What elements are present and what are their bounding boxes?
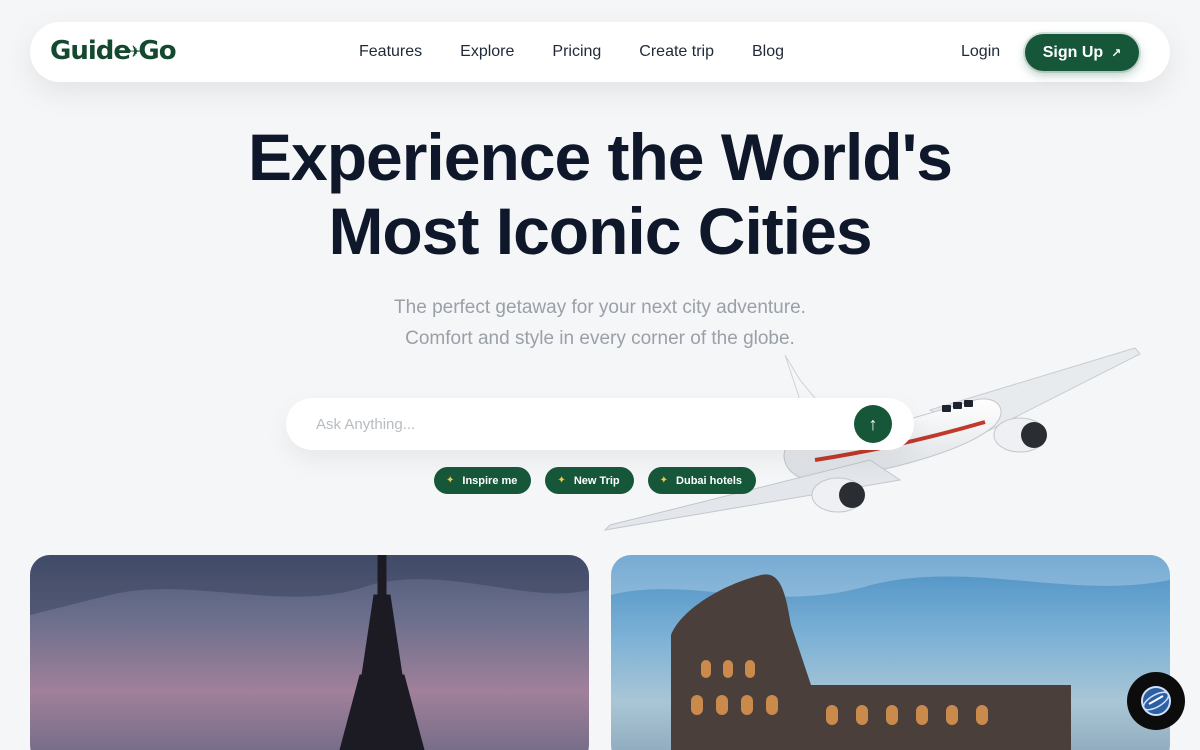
chip-label: New Trip xyxy=(573,474,620,487)
suggestion-chips: ✦ Inspire me ✦ New Trip ✦ Dubai hotels xyxy=(434,467,757,494)
logo-text-right: Go xyxy=(138,36,176,66)
guidego-logo[interactable]: Guide ✈ Go xyxy=(50,36,177,66)
logo-text-left: Guide xyxy=(50,36,131,66)
assistant-widget-button[interactable] xyxy=(1127,672,1185,730)
chip-dubai-hotels[interactable]: ✦ Dubai hotels xyxy=(647,467,757,494)
eiffel-tower-image xyxy=(30,555,589,750)
arrow-up-icon: ↑ xyxy=(868,413,878,434)
hero-title: Experience the World's Most Iconic Citie… xyxy=(0,120,1200,268)
hero-subtitle-line1: The perfect getaway for your next city a… xyxy=(394,297,806,318)
nav-link-pricing[interactable]: Pricing xyxy=(552,43,601,61)
colosseum-image xyxy=(611,555,1170,750)
chip-new-trip[interactable]: ✦ New Trip xyxy=(545,467,634,494)
arrow-up-right-icon: ↗ xyxy=(1111,45,1122,60)
chip-label: Inspire me xyxy=(462,474,518,487)
sparkle-icon: ✦ xyxy=(557,475,566,486)
sparkle-icon: ✦ xyxy=(446,475,455,486)
nav-link-explore[interactable]: Explore xyxy=(460,43,514,61)
city-card-rome[interactable] xyxy=(611,555,1170,750)
ask-search-bar: ↑ xyxy=(286,398,914,450)
chip-label: Dubai hotels xyxy=(676,474,743,487)
chip-inspire-me[interactable]: ✦ Inspire me xyxy=(434,467,532,494)
globe-icon xyxy=(1141,686,1171,716)
hero-title-line2: Most Iconic Cities xyxy=(328,194,872,268)
signup-button[interactable]: Sign Up ↗ xyxy=(1025,34,1139,71)
signup-label: Sign Up xyxy=(1042,43,1104,61)
sparkle-icon: ✦ xyxy=(659,475,669,486)
top-navbar: Guide ✈ Go Features Explore Pricing Crea… xyxy=(30,22,1170,82)
nav-link-create-trip[interactable]: Create trip xyxy=(639,43,714,61)
city-card-paris[interactable] xyxy=(30,555,589,750)
hero-subtitle: The perfect getaway for your next city a… xyxy=(0,292,1200,354)
nav-link-blog[interactable]: Blog xyxy=(752,43,784,61)
nav-link-features[interactable]: Features xyxy=(359,43,422,61)
hero-title-line1: Experience the World's xyxy=(247,120,953,194)
search-input[interactable] xyxy=(316,412,836,436)
nav-links: Features Explore Pricing Create trip Blo… xyxy=(359,22,784,82)
hero-subtitle-line2: Comfort and style in every corner of the… xyxy=(405,328,795,349)
send-button[interactable]: ↑ xyxy=(854,405,892,443)
login-link[interactable]: Login xyxy=(961,43,1000,61)
